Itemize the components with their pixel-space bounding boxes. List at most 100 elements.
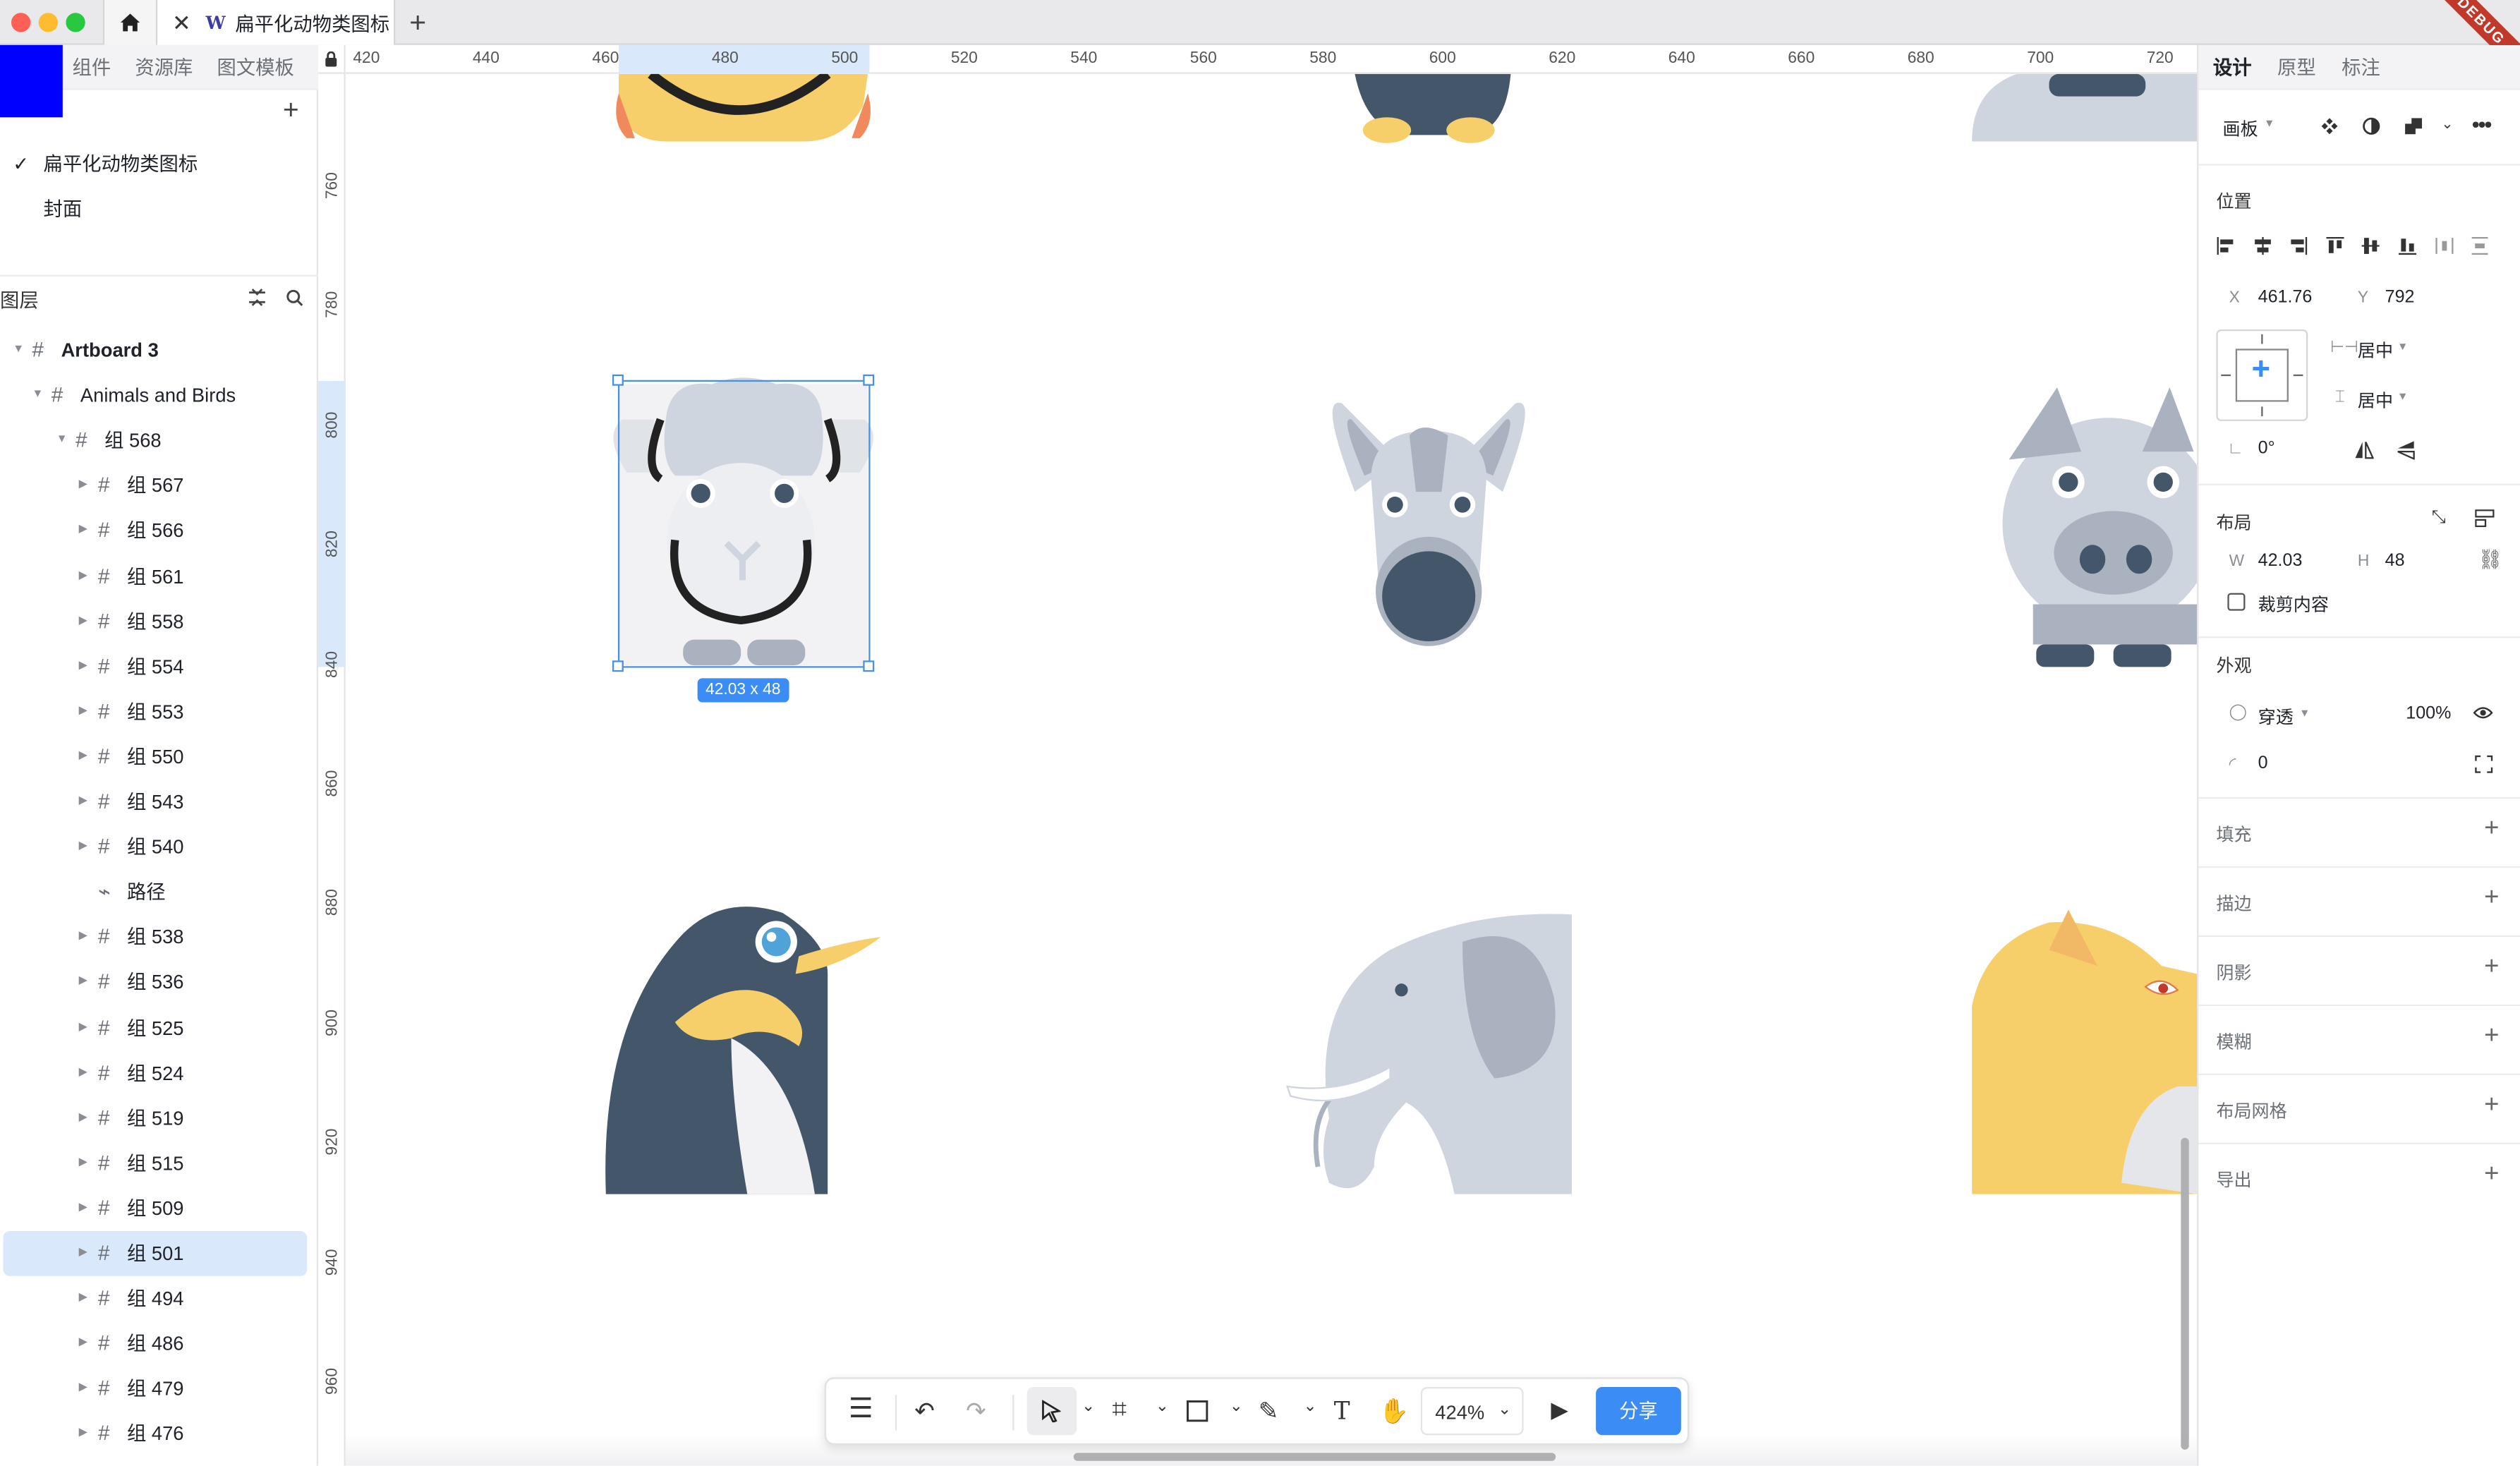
layer-row[interactable]: ▶ # 组 519 [0, 1096, 318, 1141]
boolean-icon[interactable] [2404, 117, 2423, 135]
menu-icon[interactable]: ☰ [849, 1393, 873, 1426]
align-left-icon[interactable] [2216, 236, 2235, 255]
collapse-arrow-icon[interactable]: ▶ [79, 1321, 87, 1367]
collapse-arrow-icon[interactable]: ▶ [79, 825, 87, 870]
tab-prototype[interactable]: 原型 [2277, 45, 2316, 90]
layer-row[interactable]: ▶ # 组 558 [0, 599, 318, 644]
layer-row[interactable]: ▶ # 组 486 [0, 1321, 318, 1367]
layer-row[interactable]: ▶ # 组 540 [0, 825, 318, 870]
layer-row[interactable]: ▶ # 组 525 [0, 1005, 318, 1050]
add-icon[interactable]: + [2484, 1022, 2499, 1051]
search-icon[interactable] [286, 289, 303, 307]
expand-arrow-icon[interactable]: ▼ [32, 373, 44, 418]
tab-design[interactable]: 设计 [2213, 45, 2252, 90]
collapse-arrow-icon[interactable]: ▶ [79, 1005, 87, 1050]
component-icon[interactable] [2321, 117, 2339, 135]
align-right-icon[interactable] [2289, 236, 2308, 255]
stroke-section[interactable]: 描边 + [2198, 866, 2520, 935]
chevron-down-icon[interactable]: ⌄ [1156, 1398, 1169, 1416]
mask-icon[interactable] [2363, 117, 2380, 135]
frame-tool-icon[interactable]: ⌗ [1112, 1397, 1127, 1426]
add-tab-button[interactable]: + [402, 0, 435, 45]
rectangle-tool-icon[interactable] [1186, 1400, 1208, 1422]
layer-row[interactable]: ▼ # Animals and Birds [0, 373, 318, 418]
collapse-arrow-icon[interactable]: ▶ [79, 734, 87, 780]
align-center-vertical-icon[interactable] [2361, 236, 2380, 255]
y-input[interactable]: 792 [2385, 288, 2415, 307]
fill-section[interactable]: 填充 + [2198, 796, 2520, 866]
layout-grid-section[interactable]: 布局网格 + [2198, 1073, 2520, 1143]
constraints-widget[interactable]: + [2216, 329, 2308, 421]
vertical-constraint-select[interactable]: 居中 [2358, 387, 2393, 413]
zoom-select[interactable]: 424% ⌄ [1420, 1386, 1524, 1436]
export-section[interactable]: 导出 + [2198, 1142, 2520, 1212]
layer-row[interactable]: ▼ # Artboard 3 [0, 328, 318, 373]
horizontal-constraint-select[interactable]: 居中 [2358, 337, 2393, 363]
page-item-cover[interactable]: 封面 [0, 186, 318, 231]
shadow-section[interactable]: 阴影 + [2198, 935, 2520, 1005]
lock-guides-button[interactable] [318, 44, 346, 74]
width-input[interactable]: 42.03 [2258, 551, 2303, 570]
chevron-down-icon[interactable]: ⌄ [1082, 1398, 1095, 1416]
collapse-arrow-icon[interactable]: ▶ [79, 780, 87, 825]
layer-row[interactable]: ▶ # 组 494 [0, 1276, 318, 1321]
collapse-arrow-icon[interactable]: ▶ [79, 960, 87, 1005]
chevron-down-icon[interactable]: ⌄ [1304, 1398, 1317, 1416]
chevron-down-icon[interactable]: ⌄ [1230, 1398, 1243, 1416]
layer-row[interactable]: ⌁ 路径 [0, 870, 318, 915]
collapse-arrow-icon[interactable]: ▶ [79, 554, 87, 599]
rotation-input[interactable]: 0° [2258, 439, 2275, 458]
corner-radius-input[interactable]: 0 [2258, 753, 2268, 773]
collapse-arrow-icon[interactable]: ▶ [79, 1050, 87, 1096]
distribute-horizontal-icon[interactable] [2434, 236, 2453, 255]
collapse-arrow-icon[interactable]: ▶ [79, 509, 87, 554]
collapse-arrow-icon[interactable]: ▶ [79, 599, 87, 644]
layer-row[interactable]: ▶ # 组 566 [0, 509, 318, 554]
flip-vertical-icon[interactable] [2397, 440, 2416, 460]
clip-content-checkbox[interactable] [2227, 593, 2246, 611]
layer-row[interactable]: ▶ # 组 501 [3, 1230, 308, 1276]
share-button[interactable]: 分享 [1596, 1386, 1681, 1436]
distribute-vertical-icon[interactable] [2471, 236, 2490, 255]
layout-settings-icon[interactable] [2475, 509, 2495, 528]
layer-row[interactable]: ▶ # 组 550 [0, 734, 318, 780]
collapse-arrow-icon[interactable]: ▶ [79, 1412, 87, 1457]
frame-selector[interactable]: 画板 [2223, 116, 2258, 141]
height-input[interactable]: 48 [2385, 551, 2405, 570]
chevron-down-icon[interactable]: ⌄ [2441, 116, 2453, 133]
tab-components[interactable]: 组件 [73, 45, 111, 90]
layer-row[interactable]: ▶ # 组 553 [0, 689, 318, 734]
document-tab[interactable]: ✕ W 扁平化动物类图标 [157, 0, 396, 45]
layer-row[interactable]: ▶ # 组 538 [0, 915, 318, 960]
collapse-arrow-icon[interactable]: ▶ [79, 1367, 87, 1412]
collapse-arrow-icon[interactable]: ▶ [79, 464, 87, 509]
layer-row[interactable]: ▼ # 组 568 [0, 418, 318, 464]
layer-row[interactable]: ▶ # 组 567 [0, 464, 318, 509]
close-window-button[interactable] [11, 13, 31, 32]
expand-arrow-icon[interactable]: ▼ [56, 418, 68, 464]
hand-tool-icon[interactable]: ✋ [1379, 1397, 1410, 1426]
undo-icon[interactable]: ↶ [914, 1397, 935, 1426]
home-tab[interactable] [102, 0, 158, 45]
collapse-arrow-icon[interactable]: ▶ [79, 915, 87, 960]
more-icon[interactable]: ••• [2472, 111, 2492, 136]
collapse-arrow-icon[interactable]: ▶ [79, 1096, 87, 1141]
layer-row[interactable]: ▶ # 组 524 [0, 1050, 318, 1096]
add-icon[interactable]: + [2484, 1161, 2499, 1189]
tab-templates[interactable]: 图文模板 [217, 45, 294, 90]
add-page-icon[interactable]: + [283, 95, 299, 127]
flip-horizontal-icon[interactable] [2354, 440, 2374, 459]
collapse-arrow-icon[interactable]: ▶ [79, 1276, 87, 1321]
collapse-arrow-icon[interactable]: ▶ [79, 1186, 87, 1231]
horizontal-scrollbar[interactable] [1073, 1453, 1556, 1461]
add-icon[interactable]: + [2484, 815, 2499, 844]
align-center-horizontal-icon[interactable] [2253, 236, 2272, 255]
add-icon[interactable]: + [2484, 953, 2499, 982]
tab-assets[interactable]: 资源库 [135, 45, 193, 90]
opacity-input[interactable]: 100% [2406, 704, 2451, 723]
minimize-window-button[interactable] [38, 13, 59, 32]
vertical-scrollbar[interactable] [2181, 1137, 2189, 1450]
zoom-window-button[interactable] [66, 13, 85, 32]
blend-mode-select[interactable]: 穿透 [2258, 704, 2294, 729]
layer-row[interactable]: ▶ # 组 515 [0, 1141, 318, 1186]
